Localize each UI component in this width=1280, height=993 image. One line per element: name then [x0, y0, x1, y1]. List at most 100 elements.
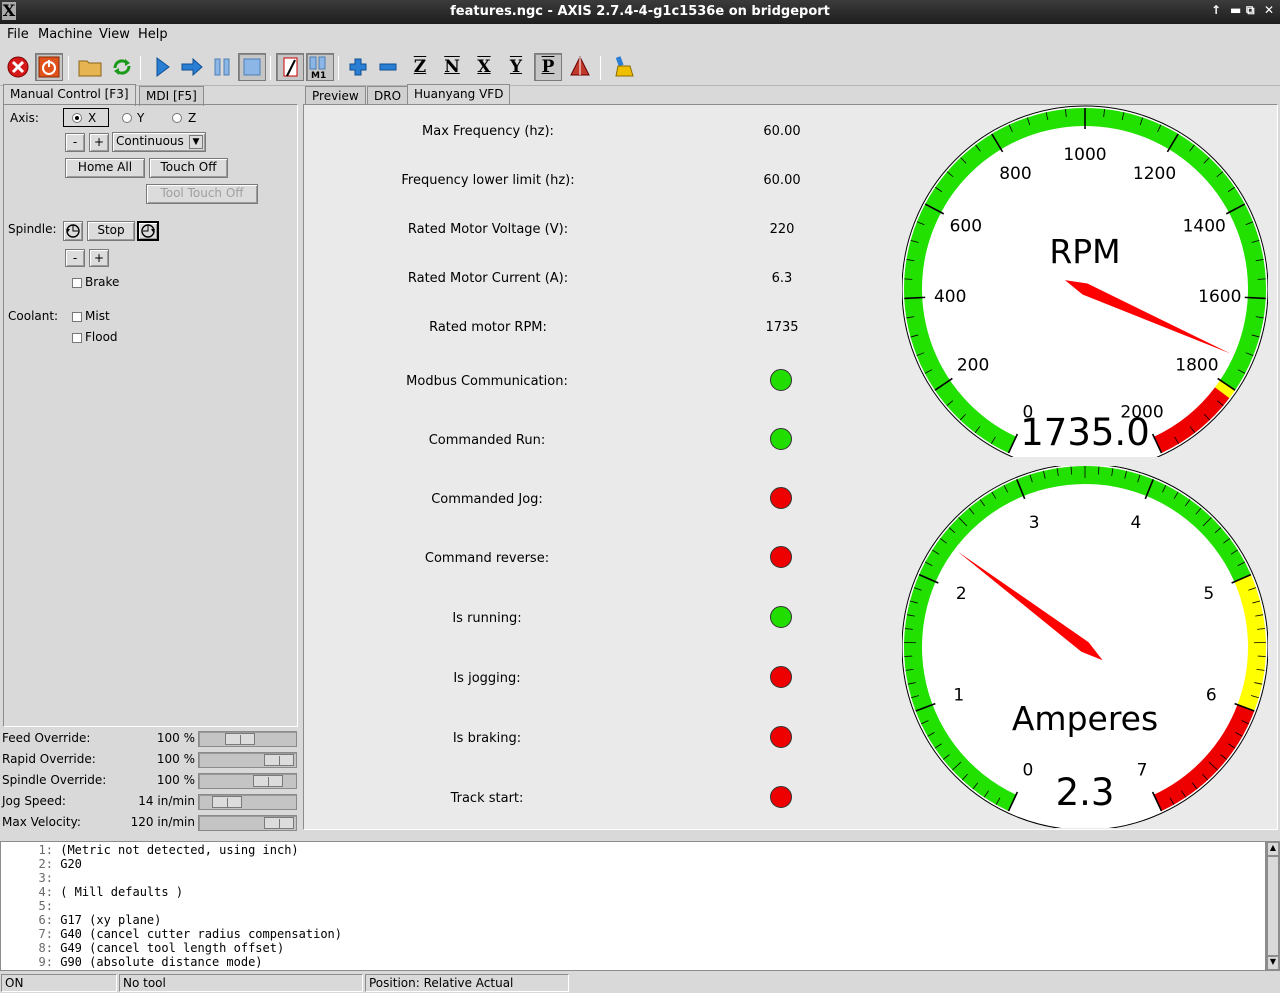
scroll-up-icon[interactable]: ▲	[1267, 842, 1279, 856]
spindle-cw-icon	[141, 224, 155, 238]
gauge-tick-label: 400	[934, 287, 966, 307]
menu-machine[interactable]: Machine	[38, 27, 92, 42]
spindle-label: Spindle:	[8, 222, 57, 236]
maximize-icon[interactable]: ⧉	[1246, 3, 1255, 18]
manual-control-panel: Axis: X Y Z - + Continuous ▼ Home All To…	[3, 104, 298, 727]
view-perspective-button[interactable]: P	[534, 53, 562, 81]
gcode-text: G49 (cancel tool length offset)	[60, 941, 285, 955]
override-slider[interactable]	[198, 773, 297, 789]
override-value: 100 %	[156, 773, 195, 787]
vfd-status-label: Command reverse:	[424, 551, 550, 566]
estop-button[interactable]	[4, 53, 32, 81]
vfd-param-value: 6.3	[771, 271, 793, 286]
line-number: 5:	[38, 899, 53, 913]
step-button[interactable]	[178, 53, 206, 81]
block-delete-icon	[283, 57, 298, 77]
zoom-out-button[interactable]	[374, 53, 402, 81]
spindle-reverse-button[interactable]	[63, 221, 83, 241]
line-number: 2:	[38, 857, 53, 871]
jog-minus-button[interactable]: -	[65, 133, 85, 152]
view-y-button[interactable]: Y	[502, 53, 530, 81]
slider-knob[interactable]	[264, 754, 294, 766]
menu-bar: File Machine View Help	[0, 24, 1280, 46]
override-slider[interactable]	[198, 731, 297, 747]
window-title: features.ngc - AXIS 2.7.4-4-g1c1536e on …	[450, 4, 830, 19]
tab-huanyang-vfd[interactable]: Huanyang VFD	[407, 84, 511, 106]
view-z2-button[interactable]: N	[438, 53, 466, 81]
line-number: 8:	[38, 941, 53, 955]
zoom-in-button[interactable]	[344, 53, 372, 81]
vfd-param-label: Rated Motor Voltage (V):	[407, 222, 569, 237]
spindle-minus-button[interactable]: -	[65, 249, 85, 267]
scroll-thumb[interactable]	[1267, 856, 1279, 956]
jog-plus-button[interactable]: +	[89, 133, 109, 152]
window-up-icon[interactable]: ↑	[1211, 3, 1221, 17]
flood-label: Flood	[85, 330, 118, 344]
status-led	[770, 726, 792, 748]
gcode-text: ( Mill defaults )	[60, 885, 184, 899]
tab-preview[interactable]: Preview	[305, 86, 366, 106]
slider-knob[interactable]	[264, 817, 294, 829]
power-icon	[38, 56, 60, 78]
gcode-text: G17 (xy plane)	[60, 913, 162, 927]
menu-help[interactable]: Help	[138, 27, 168, 42]
slider-knob[interactable]	[212, 796, 242, 808]
tab-dro[interactable]: DRO	[367, 86, 409, 106]
close-window-icon[interactable]: ✕	[1264, 3, 1274, 17]
jog-mode-select[interactable]: Continuous ▼	[112, 132, 206, 152]
menu-file[interactable]: File	[7, 27, 29, 42]
gauge-readout: 2.3	[1056, 771, 1115, 814]
zoom-out-icon	[379, 63, 397, 71]
toolbar-separator	[68, 56, 69, 80]
view-x-button[interactable]: X	[470, 53, 498, 81]
view-z-rotated-icon: N	[444, 57, 460, 77]
override-slider[interactable]	[198, 752, 297, 768]
axis-x-radio[interactable]	[72, 113, 82, 123]
view-z-button[interactable]: Z	[406, 53, 434, 81]
gcode-text: G40 (cancel cutter radius compensation)	[60, 927, 342, 941]
home-all-button[interactable]: Home All	[65, 158, 145, 178]
gcode-scrollbar[interactable]: ▲ ▼	[1266, 841, 1280, 971]
gauge-readout: 1735.0	[1020, 411, 1149, 454]
machine-power-button[interactable]	[35, 53, 63, 81]
optional-stop-button[interactable]: M1	[306, 53, 334, 81]
scroll-down-icon[interactable]: ▼	[1267, 956, 1279, 970]
slider-knob[interactable]	[252, 775, 283, 787]
tab-mdi[interactable]: MDI [F5]	[139, 86, 204, 106]
run-button[interactable]	[148, 53, 176, 81]
zoom-in-icon	[349, 58, 367, 76]
menu-view[interactable]: View	[99, 27, 130, 42]
flood-checkbox[interactable]	[72, 333, 82, 343]
spindle-stop-button[interactable]: Stop	[87, 221, 135, 241]
line-number: 3:	[38, 871, 53, 885]
slider-knob[interactable]	[225, 733, 255, 745]
vfd-status-label: Track start:	[450, 791, 524, 806]
tool-touch-off-button[interactable]: Tool Touch Off	[146, 184, 258, 204]
gcode-line: 4: ( Mill defaults )	[1, 885, 184, 899]
tab-manual-control[interactable]: Manual Control [F3]	[3, 84, 136, 106]
open-file-button[interactable]	[76, 53, 104, 81]
pause-button[interactable]	[208, 53, 236, 81]
mist-checkbox[interactable]	[72, 312, 82, 322]
spindle-forward-button[interactable]	[137, 221, 159, 241]
override-slider[interactable]	[198, 794, 297, 810]
minimize-icon[interactable]: ▬	[1230, 3, 1241, 17]
stop-button[interactable]	[238, 53, 266, 81]
touch-off-button[interactable]: Touch Off	[149, 158, 228, 178]
line-number: 1:	[38, 843, 53, 857]
clear-plot-button[interactable]	[610, 53, 638, 81]
axis-z-radio[interactable]	[172, 113, 182, 123]
line-number: 6:	[38, 913, 53, 927]
gauge-tick-label: 800	[999, 164, 1031, 184]
gcode-text-view[interactable]: 1: (Metric not detected, using inch) 2: G…	[0, 841, 1266, 971]
toggle-tool-button[interactable]	[566, 53, 594, 81]
gauge-tick-label: 5	[1203, 584, 1214, 604]
view-p-icon: P	[541, 57, 555, 77]
gauge-title: Amperes	[1012, 699, 1158, 738]
block-delete-button[interactable]	[276, 53, 304, 81]
reload-button[interactable]	[108, 53, 136, 81]
override-slider[interactable]	[198, 815, 297, 831]
brake-checkbox[interactable]	[72, 278, 82, 288]
spindle-plus-button[interactable]: +	[89, 249, 109, 267]
axis-y-radio[interactable]	[122, 113, 132, 123]
